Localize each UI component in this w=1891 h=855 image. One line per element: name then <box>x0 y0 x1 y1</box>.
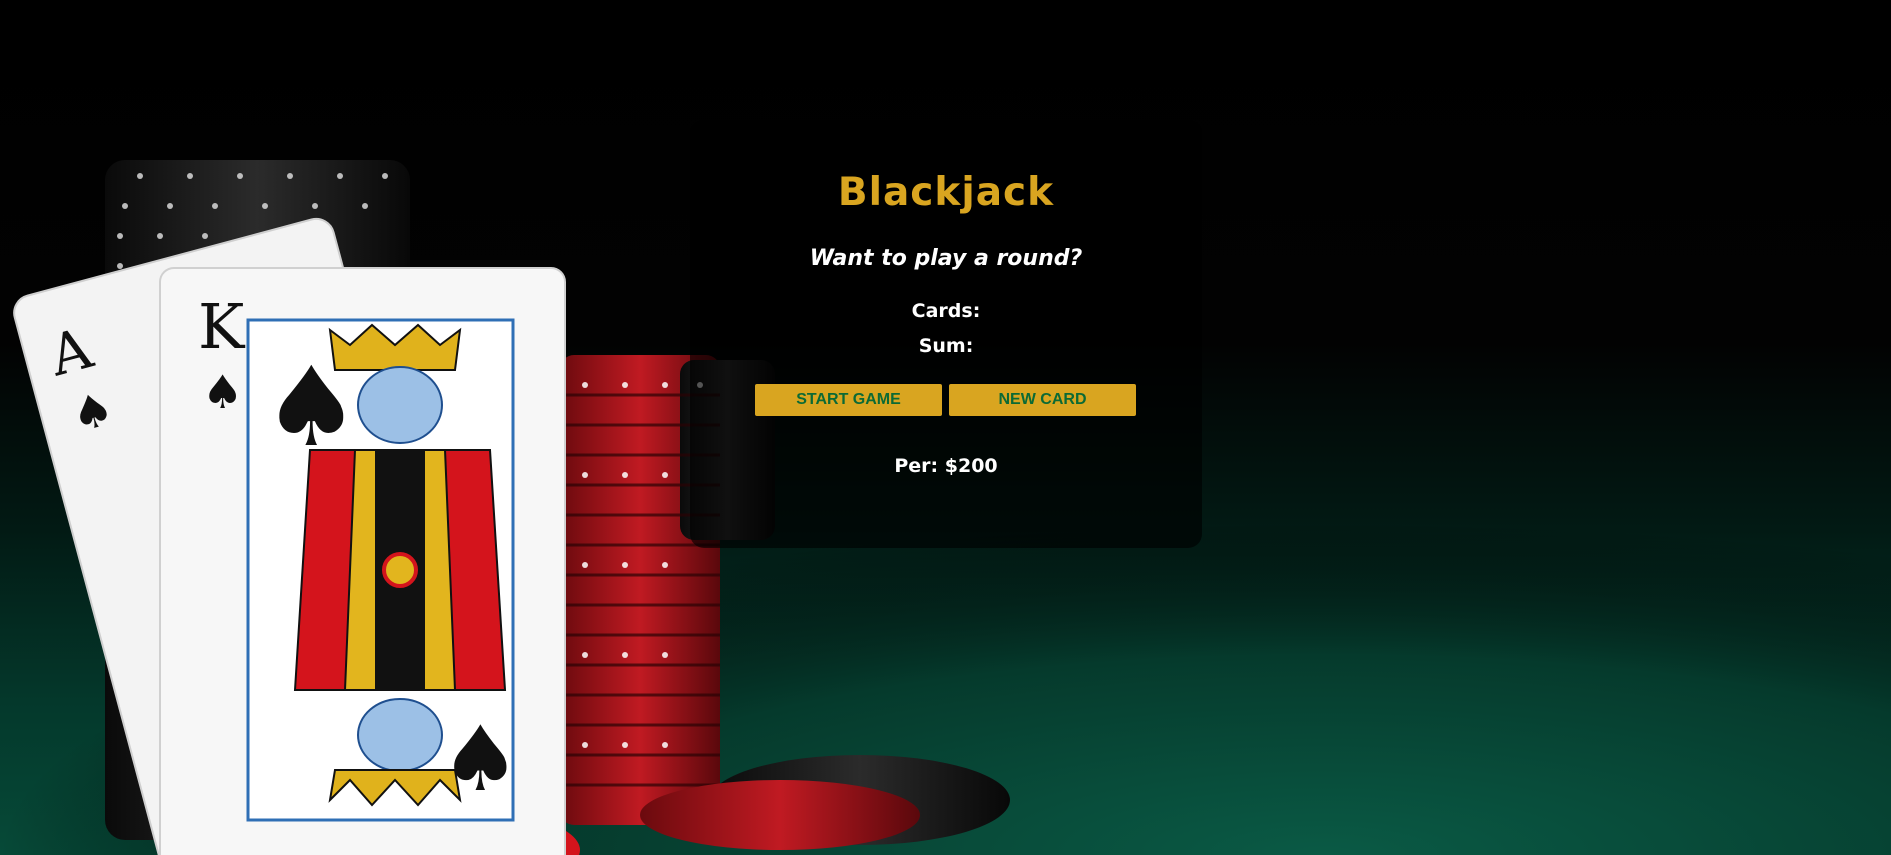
sum-label: Sum: <box>918 335 974 357</box>
new-card-button[interactable]: NEW CARD <box>949 384 1136 416</box>
king-of-spades-card: K ♠ ♠ ♠ <box>159 267 566 855</box>
cards-label: Cards: <box>911 300 981 322</box>
player-chips: Per: $200 <box>894 455 998 477</box>
king-rank-text: K <box>198 290 246 363</box>
message-text: Want to play a round? <box>809 246 1083 271</box>
game-title: Blackjack <box>837 170 1055 215</box>
king-suit-small-text: ♠ <box>202 365 243 419</box>
king-suit-bottom-text: ♠ <box>440 707 521 812</box>
king-suit-large-text: ♠ <box>262 343 361 471</box>
button-row: START GAME NEW CARD <box>755 384 1137 416</box>
start-game-button[interactable]: START GAME <box>755 384 942 416</box>
game-panel: Blackjack Want to play a round? Cards: S… <box>690 120 1202 548</box>
